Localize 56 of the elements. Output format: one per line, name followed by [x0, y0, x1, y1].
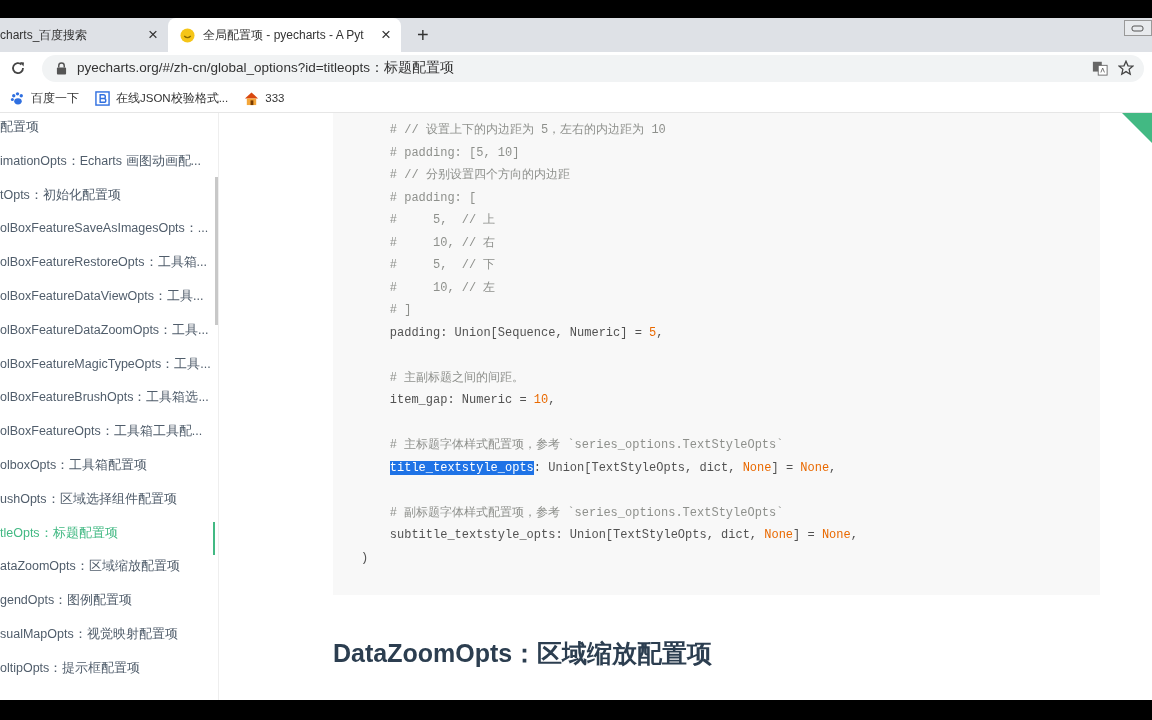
smiley-favicon-icon	[180, 27, 195, 43]
code-line: # 10, // 右	[388, 234, 497, 252]
close-tab-button[interactable]: ×	[146, 25, 160, 45]
sidebar-link[interactable]: sualMapOpts：视觉映射配置项	[0, 622, 215, 657]
code-line: # 主标题字体样式配置项，参考 `series_options.TextStyleOpts`	[388, 437, 785, 454]
code-line: )	[361, 549, 370, 567]
code-line: title_textstyle_opts: Union[TextStyleOpts, dict, None] = None,	[388, 459, 838, 477]
code-line: # 10, // 左	[388, 279, 497, 297]
browser-tab[interactable]: 全局配置项 - pyecharts - A Pyt ×	[168, 18, 401, 52]
code-line: padding: Union[Sequence, Numeric] = 5,	[388, 324, 665, 342]
scrollbar-thumb[interactable]	[214, 177, 218, 325]
sidebar-link[interactable]: tOpts：初始化配置项	[0, 183, 215, 218]
sidebar-link[interactable]: olBoxFeatureDataZoomOpts：工具...	[0, 318, 215, 353]
translate-icon[interactable]	[1092, 60, 1108, 76]
sidebar-link[interactable]: oltipOpts：提示框配置项	[0, 656, 215, 691]
code-line: # 副标题字体样式配置项，参考 `series_options.TextStyleOpts`	[388, 504, 785, 522]
sidebar-link[interactable]: ataZoomOpts：区域缩放配置项	[0, 555, 215, 590]
code-line: # 主副标题之间的间距。	[388, 369, 526, 387]
house-icon	[244, 90, 260, 106]
sidebar-link[interactable]: olBoxFeatureDataViewOpts：工具...	[0, 285, 215, 319]
reload-icon[interactable]	[10, 60, 26, 76]
bookmark[interactable]: 333	[244, 90, 285, 106]
browser-tab[interactable]: charts_百度搜索 ×	[0, 18, 168, 52]
code-line: # // 分别设置四个方向的内边距	[388, 167, 571, 184]
code-line: # // 设置上下的内边距为 5，左右的内边距为 10	[388, 122, 667, 139]
sidebar-link[interactable]: olBoxFeatureSaveAsImagesOpts：...	[0, 217, 215, 252]
bookmark[interactable]: 百度一下	[10, 90, 79, 106]
url-text: pyecharts.org/#/zh-cn/global_options?id=titleopts：标题配置项	[77, 59, 455, 77]
close-tab-button[interactable]: ×	[379, 25, 393, 45]
tab-title: charts_百度搜索	[0, 26, 89, 44]
restore-window-icon[interactable]	[1124, 20, 1152, 36]
sidebar-link[interactable]: 配置项	[0, 116, 215, 150]
sidebar-link[interactable]: olBoxFeatureOpts：工具箱工具配...	[0, 420, 215, 454]
code-line: # padding: [	[388, 189, 478, 207]
letter-b-icon	[95, 90, 110, 106]
code-line: # ]	[388, 302, 413, 319]
code-line: # padding: [5, 10]	[388, 144, 521, 162]
code-line: item_gap: Numeric = 10,	[388, 392, 557, 409]
sidebar-link[interactable]: gendOpts：图例配置项	[0, 589, 215, 623]
code-line: # 5, // 上	[388, 212, 497, 229]
sidebar-link[interactable]: olBoxFeatureMagicTypeOpts：工具...	[0, 352, 215, 387]
paw-icon	[10, 90, 25, 106]
address-bar[interactable]: pyecharts.org/#/zh-cn/global_options?id=titleopts：标题配置项	[42, 54, 1144, 82]
code-line: # 5, // 下	[388, 257, 497, 274]
sidebar-link[interactable]: imationOpts：Echarts 画图动画配...	[0, 149, 215, 184]
tab-title: 全局配置项 - pyecharts - A Pyt	[203, 26, 365, 44]
sidebar-link[interactable]: olBoxFeatureBrushOpts：工具箱选...	[0, 386, 215, 421]
section-heading: DataZoomOpts：区域缩放配置项	[333, 638, 714, 669]
bookmark[interactable]: 在线JSON校验格式...	[95, 90, 229, 106]
lock-icon	[56, 61, 67, 75]
sidebar-link[interactable]: olBoxFeatureRestoreOpts：工具箱...	[0, 251, 215, 285]
sidebar-link[interactable]: olboxOpts：工具箱配置项	[0, 453, 215, 488]
code-line: subtitle_textstyle_opts: Union[TextStyleOpts, dict, None] = None,	[388, 527, 859, 544]
new-tab-button[interactable]: +	[407, 18, 439, 52]
star-icon[interactable]	[1118, 60, 1134, 76]
sidebar-link[interactable]: ushOpts：区域选择组件配置项	[0, 487, 215, 522]
